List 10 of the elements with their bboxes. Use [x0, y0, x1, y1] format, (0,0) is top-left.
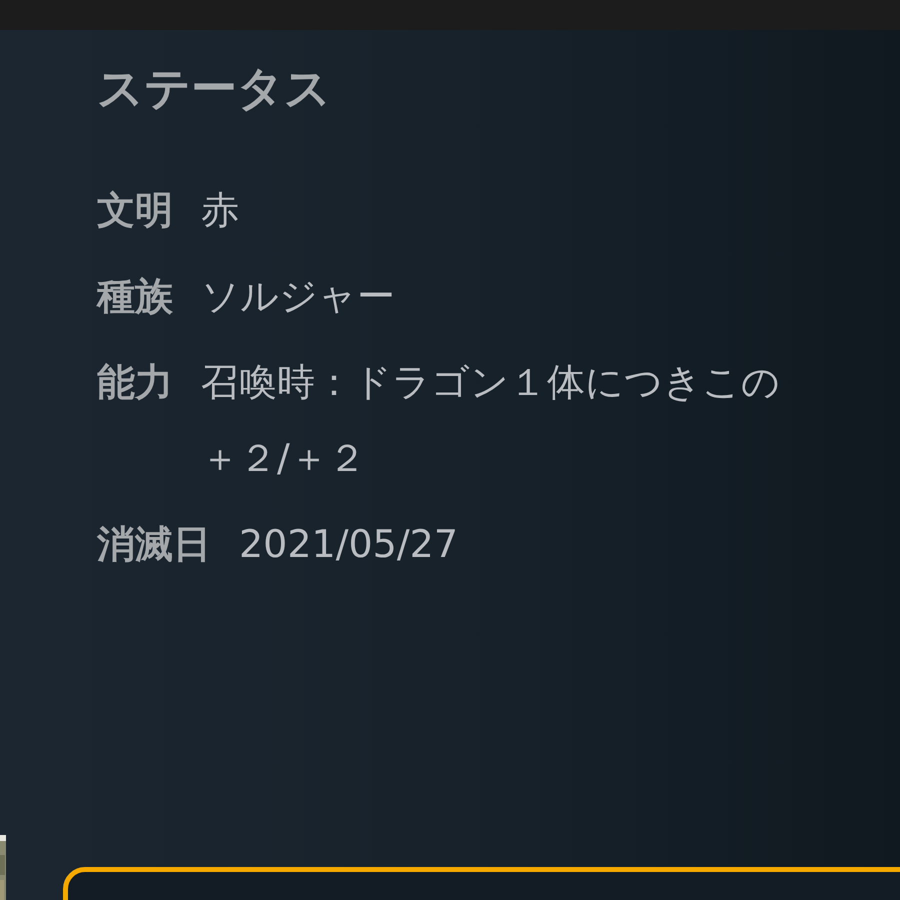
- field-value: ソルジャー: [201, 273, 395, 320]
- field-value: 赤: [201, 187, 239, 234]
- field-label: 能力: [97, 359, 173, 406]
- field-label: 種族: [97, 273, 173, 320]
- field-value: 2021/05/27: [239, 521, 458, 568]
- field-value: 召喚時：ドラゴン１体につきこの: [201, 359, 780, 406]
- field-label: 文明: [97, 187, 173, 234]
- field-label: 消滅日: [97, 521, 211, 568]
- section-title: ステータス: [97, 60, 332, 117]
- field-value: ＋２/＋２: [201, 435, 367, 482]
